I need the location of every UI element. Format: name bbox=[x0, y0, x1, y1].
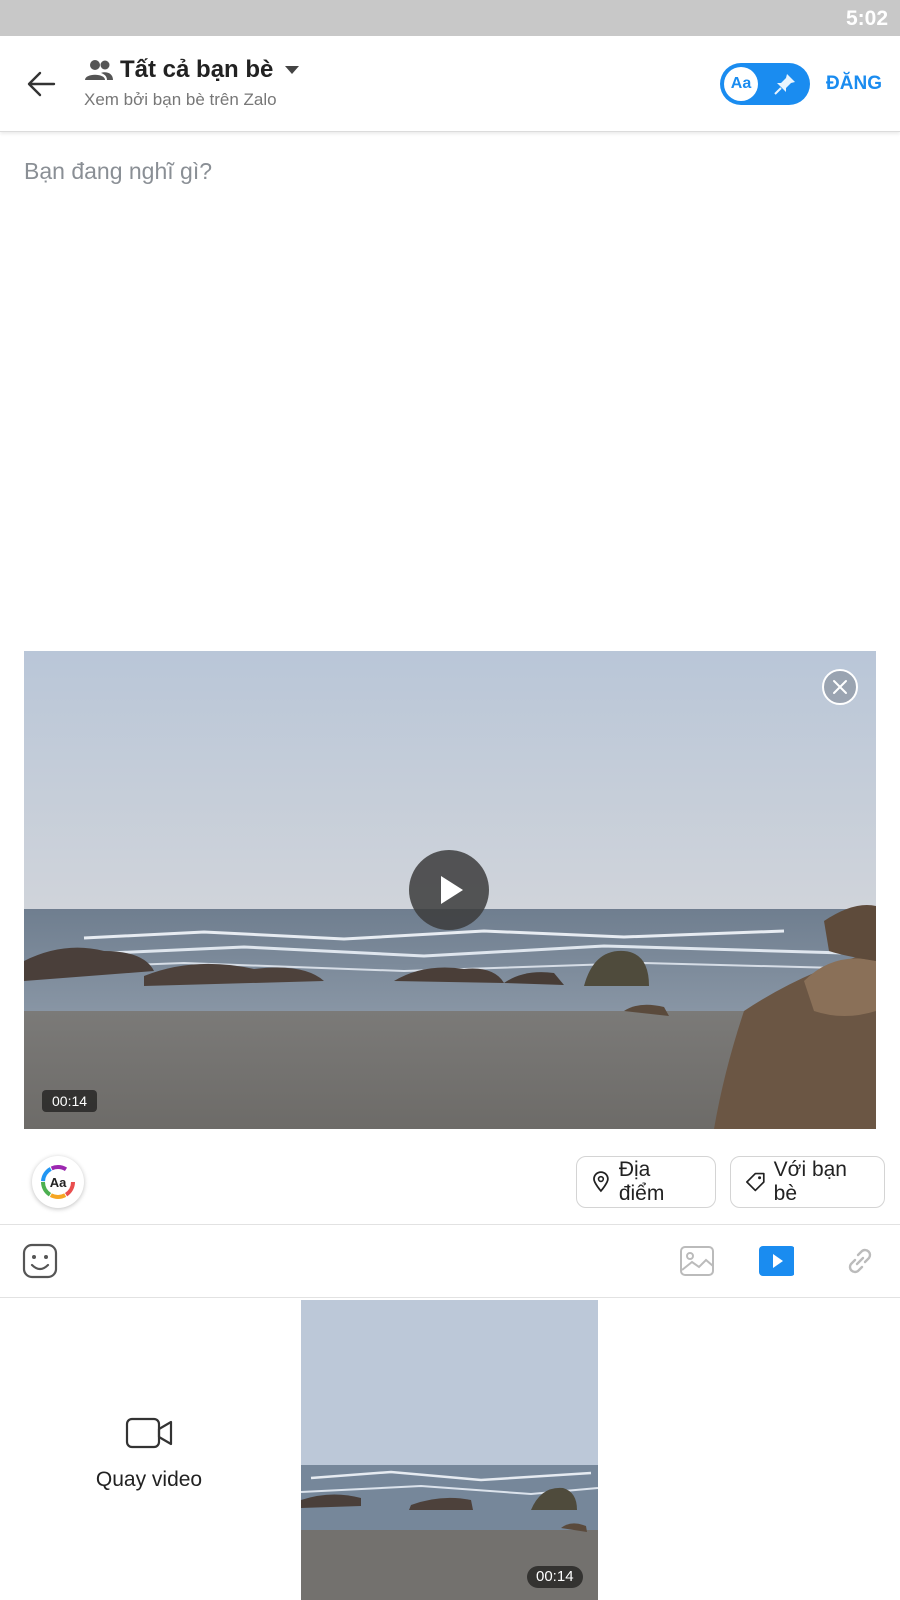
people-icon bbox=[85, 60, 113, 80]
video-icon[interactable] bbox=[758, 1243, 794, 1279]
remove-video-button[interactable] bbox=[822, 669, 858, 705]
play-button[interactable] bbox=[409, 850, 489, 930]
image-icon[interactable] bbox=[679, 1243, 715, 1279]
font-style-label: Aa bbox=[50, 1175, 67, 1190]
audience-title: Tất cả bạn bè bbox=[120, 56, 274, 83]
tag-icon bbox=[746, 1172, 765, 1192]
audience-selector[interactable]: Tất cả bạn bè Xem bởi bạn bè trên Zalo bbox=[84, 56, 300, 110]
font-style-button[interactable]: Aa bbox=[32, 1156, 84, 1208]
thumbnail-duration-badge: 00:14 bbox=[527, 1566, 583, 1588]
pin-icon bbox=[774, 74, 795, 95]
tag-friends-chip[interactable]: Với bạn bè bbox=[730, 1156, 885, 1208]
compose-input[interactable]: Bạn đang nghĩ gì? bbox=[24, 158, 874, 198]
location-pin-icon bbox=[593, 1171, 609, 1193]
play-icon bbox=[441, 876, 463, 904]
record-video-label: Quay video bbox=[95, 1468, 203, 1491]
caret-down-icon bbox=[285, 66, 300, 74]
tag-friends-label: Với bạn bè bbox=[773, 1158, 847, 1205]
status-time: 5:02 bbox=[845, 7, 888, 30]
gallery-video-thumbnail[interactable] bbox=[301, 1300, 598, 1600]
header: Tất cả bạn bè Xem bởi bạn bè trên Zalo A… bbox=[0, 36, 900, 132]
back-arrow-icon[interactable] bbox=[22, 64, 62, 104]
link-icon[interactable] bbox=[842, 1243, 878, 1279]
video-camera-icon bbox=[125, 1417, 173, 1449]
location-chip[interactable]: Địa điểm bbox=[576, 1156, 716, 1208]
video-duration-badge: 00:14 bbox=[42, 1090, 98, 1112]
close-icon bbox=[833, 680, 847, 694]
sticker-icon[interactable] bbox=[22, 1243, 58, 1279]
thumbnail-image bbox=[301, 1300, 598, 1600]
text-style-toggle[interactable]: Aa bbox=[720, 63, 810, 105]
text-mode-label: Aa bbox=[724, 67, 758, 101]
status-bar: 5:02 bbox=[0, 0, 900, 36]
audience-subtitle: Xem bởi bạn bè trên Zalo bbox=[84, 90, 277, 109]
attachment-toolbar bbox=[0, 1225, 900, 1297]
post-button[interactable]: ĐĂNG bbox=[826, 73, 882, 95]
color-wheel-icon: Aa bbox=[41, 1165, 75, 1199]
divider bbox=[0, 1297, 900, 1298]
location-label: Địa điểm bbox=[618, 1158, 665, 1205]
record-video-tile[interactable]: Quay video bbox=[0, 1300, 300, 1600]
